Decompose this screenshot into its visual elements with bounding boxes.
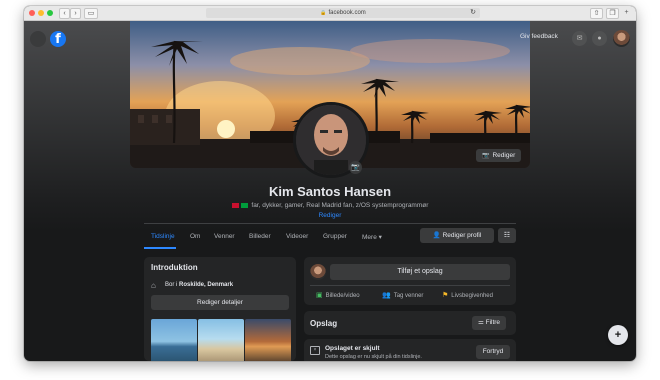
reload-icon[interactable]: ↻	[470, 8, 476, 18]
person-icon: 👤	[432, 232, 441, 239]
edit-details-button[interactable]: Rediger detaljer	[151, 295, 289, 310]
location-link[interactable]: Roskilde, Denmark	[179, 282, 233, 288]
browser-window: ‹ › ▭ 🔒 facebook.com ↻ ⇧ ❐ + f 📷 Rediger…	[24, 6, 636, 361]
photo-video-label: Billede/video	[325, 293, 360, 299]
hidden-post-icon: ×	[310, 346, 320, 355]
filter-button[interactable]: ⚌ Filtre	[472, 316, 506, 330]
photo-thumbnail-beach[interactable]	[198, 319, 244, 361]
life-event-action[interactable]: ⚑ Livsbegivenhed	[442, 291, 493, 299]
tab-billeder[interactable]: Billeder	[249, 233, 271, 240]
browser-toolbar: ‹ › ▭ 🔒 facebook.com ↻ ⇧ ❐ +	[24, 6, 636, 21]
share-icon[interactable]: ⇧	[590, 8, 603, 19]
facebook-profile-page: f 📷 Rediger 📷 Giv feedback ✉ ● Kim Santo…	[24, 21, 636, 361]
address-bar[interactable]: 🔒 facebook.com ↻	[206, 8, 480, 18]
minimize-window-button[interactable]	[38, 10, 44, 16]
account-avatar[interactable]	[613, 30, 630, 47]
post-composer: Tilføj et opslag ▣ Billede/video 👥 Tag ven…	[304, 257, 516, 305]
undo-button[interactable]: Fortryd	[476, 345, 510, 359]
intro-card: Introduktion ⌂ Bor i Roskilde, Denmark R…	[144, 257, 296, 361]
close-window-button[interactable]	[29, 10, 35, 16]
posts-header: Opslag ⚌ Filtre	[304, 311, 516, 335]
tab-mere[interactable]: Mere ▾	[362, 233, 382, 241]
tab-tidslinje[interactable]: Tidslinje	[151, 233, 175, 240]
hidden-post-card: × Opslaget er skjult Dette opslag er nu …	[304, 339, 516, 361]
tab-venner[interactable]: Venner	[214, 233, 235, 240]
life-event-label: Livsbegivenhed	[451, 293, 493, 299]
tag-friends-action[interactable]: 👥 Tag venner	[382, 291, 423, 299]
tag-friends-icon: 👥	[382, 292, 391, 299]
menu-circle[interactable]	[30, 31, 46, 47]
back-button[interactable]: ‹	[59, 8, 70, 19]
composer-divider	[310, 285, 510, 286]
active-tab-underline	[144, 247, 176, 249]
forward-button[interactable]: ›	[70, 8, 81, 19]
bio-text: far, dykker, gamer, Real Madrid fan, z/O…	[251, 202, 429, 209]
new-message-button[interactable]: +	[608, 325, 628, 345]
messenger-icon[interactable]: ✉	[572, 31, 587, 46]
hidden-post-title: Opslaget er skjult	[325, 345, 380, 352]
tabs-overview-icon[interactable]: ❐	[606, 8, 619, 19]
more-options-button[interactable]: ☷	[498, 228, 516, 243]
zoom-window-button[interactable]	[47, 10, 53, 16]
new-tab-icon[interactable]: +	[622, 8, 631, 17]
give-feedback-link[interactable]: Giv feedback	[520, 33, 558, 40]
edit-profile-label: Rediger profil	[442, 232, 482, 239]
location-line: Bor i Roskilde, Denmark	[165, 282, 233, 288]
tab-videoer[interactable]: Videoer	[286, 233, 308, 240]
tag-friends-label: Tag venner	[393, 293, 424, 299]
edit-profile-button[interactable]: 👤 Rediger profil	[420, 228, 494, 243]
tab-om[interactable]: Om	[190, 233, 200, 240]
photo-icon: ▣	[316, 292, 323, 299]
url-text: facebook.com	[328, 10, 366, 16]
photo-thumbnail-sunset[interactable]	[245, 319, 291, 361]
photo-thumbnail-boat[interactable]	[151, 319, 197, 361]
filter-icon: ⚌	[477, 319, 484, 326]
add-post-input[interactable]: Tilføj et opslag	[330, 264, 510, 280]
profile-bio: far, dykker, gamer, Real Madrid fan, z/O…	[24, 202, 636, 209]
flag-icon: ⚑	[442, 292, 449, 299]
profile-name: Kim Santos Hansen	[268, 184, 392, 199]
notifications-icon[interactable]: ●	[592, 31, 607, 46]
edit-cover-button[interactable]: 📷 Rediger	[476, 149, 522, 162]
edit-bio-link[interactable]: Rediger	[24, 212, 636, 219]
lock-icon: 🔒	[320, 10, 327, 16]
home-icon: ⌂	[151, 281, 156, 290]
edit-cover-label: Rediger	[492, 152, 516, 159]
filter-label: Filtre	[485, 319, 501, 326]
intro-title: Introduktion	[151, 263, 198, 272]
camera-icon: 📷	[482, 153, 490, 159]
posts-title: Opslag	[310, 319, 338, 328]
facebook-logo-icon[interactable]: f	[50, 31, 66, 47]
tab-grupper[interactable]: Grupper	[323, 233, 347, 240]
composer-avatar	[310, 264, 326, 280]
profile-camera-icon[interactable]: 📷	[349, 161, 362, 174]
hidden-post-subtitle: Dette opslag er nu skjult på din tidslin…	[325, 354, 422, 360]
photo-video-action[interactable]: ▣ Billede/video	[316, 291, 360, 299]
brazil-flag-icon	[240, 202, 248, 208]
danish-flag-icon	[231, 202, 239, 208]
sidebar-toggle-icon[interactable]: ▭	[84, 8, 98, 19]
location-prefix: Bor i	[165, 282, 180, 288]
